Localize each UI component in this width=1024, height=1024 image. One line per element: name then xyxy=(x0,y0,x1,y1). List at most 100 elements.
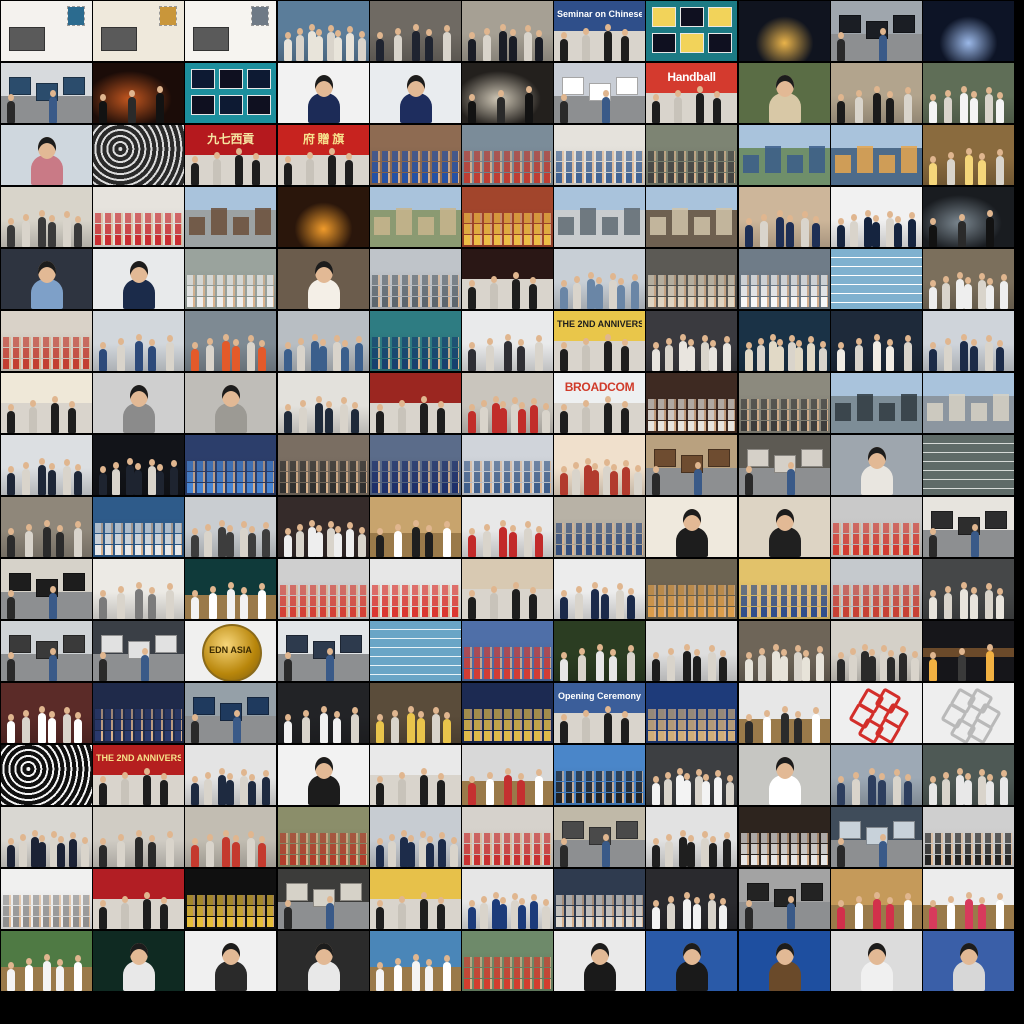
photo-thumbnail[interactable] xyxy=(185,311,276,371)
photo-thumbnail[interactable] xyxy=(93,807,184,867)
photo-thumbnail[interactable] xyxy=(1,683,92,743)
photo-thumbnail[interactable] xyxy=(93,621,184,681)
photo-thumbnail[interactable]: EDN ASIA xyxy=(185,621,276,681)
photo-thumbnail[interactable] xyxy=(646,311,737,371)
photo-thumbnail[interactable] xyxy=(185,497,276,557)
photo-thumbnail[interactable] xyxy=(278,1,369,61)
photo-thumbnail[interactable] xyxy=(739,683,830,743)
photo-thumbnail[interactable] xyxy=(185,373,276,433)
photo-thumbnail[interactable] xyxy=(646,559,737,619)
photo-thumbnail[interactable] xyxy=(739,869,830,929)
photo-thumbnail[interactable] xyxy=(185,869,276,929)
photo-thumbnail[interactable] xyxy=(462,125,553,185)
photo-thumbnail[interactable] xyxy=(462,807,553,867)
photo-thumbnail[interactable] xyxy=(278,745,369,805)
photo-thumbnail[interactable] xyxy=(1,497,92,557)
photo-thumbnail[interactable] xyxy=(278,869,369,929)
photo-thumbnail[interactable] xyxy=(554,63,645,123)
photo-thumbnail[interactable] xyxy=(831,745,922,805)
photo-thumbnail[interactable] xyxy=(370,683,461,743)
photo-thumbnail[interactable] xyxy=(462,187,553,247)
photo-thumbnail[interactable] xyxy=(185,249,276,309)
photo-thumbnail[interactable] xyxy=(93,63,184,123)
photo-thumbnail[interactable] xyxy=(739,559,830,619)
photo-thumbnail[interactable] xyxy=(370,745,461,805)
photo-thumbnail[interactable] xyxy=(831,621,922,681)
photo-thumbnail[interactable] xyxy=(923,63,1014,123)
photo-thumbnail[interactable] xyxy=(831,63,922,123)
photo-thumbnail[interactable] xyxy=(646,373,737,433)
photo-thumbnail[interactable] xyxy=(370,63,461,123)
photo-thumbnail[interactable] xyxy=(554,559,645,619)
photo-thumbnail[interactable] xyxy=(185,683,276,743)
photo-thumbnail[interactable] xyxy=(554,745,645,805)
photo-thumbnail[interactable] xyxy=(739,249,830,309)
photo-thumbnail[interactable] xyxy=(646,125,737,185)
photo-thumbnail[interactable] xyxy=(1,63,92,123)
photo-thumbnail[interactable] xyxy=(923,621,1014,681)
photo-thumbnail[interactable] xyxy=(831,497,922,557)
photo-thumbnail[interactable] xyxy=(185,931,276,991)
photo-thumbnail[interactable] xyxy=(554,869,645,929)
photo-thumbnail[interactable] xyxy=(93,559,184,619)
photo-thumbnail[interactable] xyxy=(278,807,369,867)
photo-thumbnail[interactable] xyxy=(923,1,1014,61)
photo-thumbnail[interactable] xyxy=(93,931,184,991)
photo-thumbnail[interactable] xyxy=(1,187,92,247)
photo-thumbnail[interactable] xyxy=(831,683,922,743)
photo-thumbnail[interactable] xyxy=(93,373,184,433)
photo-thumbnail[interactable] xyxy=(923,435,1014,495)
photo-thumbnail[interactable] xyxy=(93,683,184,743)
photo-thumbnail[interactable] xyxy=(554,621,645,681)
photo-thumbnail[interactable] xyxy=(923,683,1014,743)
photo-thumbnail[interactable] xyxy=(93,497,184,557)
photo-thumbnail[interactable] xyxy=(462,373,553,433)
photo-thumbnail[interactable] xyxy=(278,497,369,557)
photo-thumbnail[interactable] xyxy=(923,931,1014,991)
photo-thumbnail[interactable] xyxy=(462,931,553,991)
photo-thumbnail[interactable]: BROADCOM xyxy=(554,373,645,433)
photo-thumbnail[interactable] xyxy=(278,683,369,743)
photo-thumbnail[interactable] xyxy=(646,497,737,557)
photo-thumbnail[interactable] xyxy=(93,311,184,371)
photo-thumbnail[interactable] xyxy=(185,745,276,805)
photo-thumbnail[interactable] xyxy=(831,373,922,433)
photo-thumbnail[interactable] xyxy=(831,559,922,619)
photo-thumbnail[interactable] xyxy=(1,807,92,867)
photo-thumbnail[interactable] xyxy=(278,559,369,619)
photo-thumbnail[interactable] xyxy=(739,621,830,681)
photo-thumbnail[interactable] xyxy=(739,807,830,867)
photo-thumbnail[interactable] xyxy=(923,807,1014,867)
photo-thumbnail[interactable]: Handball xyxy=(646,63,737,123)
photo-thumbnail[interactable] xyxy=(831,435,922,495)
photo-thumbnail[interactable] xyxy=(1,311,92,371)
photo-thumbnail[interactable] xyxy=(554,125,645,185)
photo-thumbnail[interactable] xyxy=(370,125,461,185)
photo-thumbnail[interactable] xyxy=(93,187,184,247)
photo-thumbnail[interactable] xyxy=(646,187,737,247)
photo-thumbnail[interactable] xyxy=(370,931,461,991)
photo-thumbnail[interactable] xyxy=(739,931,830,991)
photo-thumbnail[interactable] xyxy=(185,807,276,867)
photo-thumbnail[interactable] xyxy=(278,621,369,681)
photo-thumbnail[interactable] xyxy=(739,373,830,433)
photo-thumbnail[interactable] xyxy=(1,125,92,185)
photo-thumbnail[interactable] xyxy=(93,1,184,61)
photo-thumbnail[interactable] xyxy=(739,745,830,805)
photo-thumbnail[interactable] xyxy=(831,1,922,61)
photo-thumbnail[interactable] xyxy=(278,311,369,371)
photo-thumbnail[interactable]: 九七西貢 xyxy=(185,125,276,185)
photo-thumbnail[interactable] xyxy=(646,807,737,867)
photo-thumbnail[interactable] xyxy=(646,1,737,61)
photo-thumbnail[interactable] xyxy=(462,1,553,61)
photo-thumbnail[interactable] xyxy=(554,435,645,495)
photo-thumbnail[interactable] xyxy=(462,683,553,743)
photo-thumbnail[interactable] xyxy=(831,125,922,185)
photo-thumbnail[interactable] xyxy=(923,187,1014,247)
photo-thumbnail[interactable] xyxy=(646,249,737,309)
photo-thumbnail[interactable] xyxy=(923,249,1014,309)
photo-thumbnail[interactable] xyxy=(646,621,737,681)
photo-thumbnail[interactable] xyxy=(370,807,461,867)
photo-thumbnail[interactable] xyxy=(1,1,92,61)
photo-thumbnail[interactable] xyxy=(462,249,553,309)
